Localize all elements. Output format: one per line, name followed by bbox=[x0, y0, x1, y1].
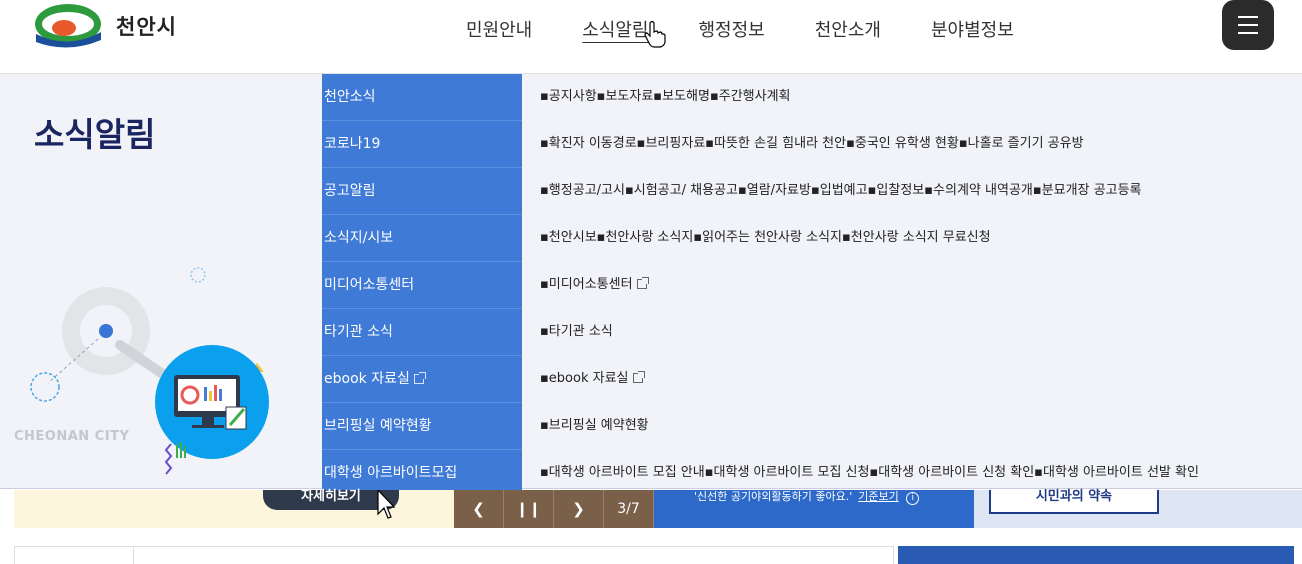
submenu-links-row-0[interactable]: ▪공지사항▪보도자료▪보도해명▪주간행사계획 bbox=[540, 74, 1300, 121]
info-icon[interactable]: i bbox=[906, 492, 920, 505]
submenu-links-text[interactable]: ▪ebook 자료실 bbox=[540, 371, 629, 386]
nav-item-4[interactable]: 분야별정보 bbox=[931, 16, 1014, 42]
submenu-category-7[interactable]: 브리핑실 예약현황 bbox=[322, 403, 522, 450]
news-illustration bbox=[30, 267, 269, 475]
chevron-left-icon[interactable]: ❮ bbox=[454, 490, 504, 528]
submenu-links-row-6[interactable]: ▪ebook 자료실 bbox=[540, 356, 1300, 403]
hand-cursor-icon bbox=[644, 21, 666, 48]
external-link-icon bbox=[413, 372, 426, 384]
submenu-category-label: ebook 자료실 bbox=[324, 371, 410, 387]
submenu-category-label: 공고알림 bbox=[324, 183, 376, 199]
submenu-category-label: 소식지/시보 bbox=[324, 230, 394, 246]
submenu-links-row-1[interactable]: ▪확진자 이동경로▪브리핑자료▪따뜻한 손길 힘내라 천안▪중국인 유학생 현황… bbox=[540, 121, 1300, 168]
submenu-links-row-4[interactable]: ▪미디어소통센터 bbox=[540, 262, 1300, 309]
submenu-category-4[interactable]: 미디어소통센터 bbox=[322, 262, 522, 309]
submenu-category-2[interactable]: 공고알림 bbox=[322, 168, 522, 215]
submenu-category-label: 천안소식 bbox=[324, 89, 376, 105]
submenu-category-label: 브리핑실 예약현황 bbox=[324, 418, 432, 434]
page-root: 천안시 민원안내 소식알림 행정정보 천안소개 분야별정보 소식알림 CHEON… bbox=[0, 0, 1302, 564]
submenu-category-3[interactable]: 소식지/시보 bbox=[322, 215, 522, 262]
external-link-icon bbox=[632, 371, 645, 383]
site-logo-text: 천안시 bbox=[116, 15, 177, 39]
main-nav: 민원안내 소식알림 행정정보 천안소개 분야별정보 bbox=[466, 16, 1064, 42]
side-banner bbox=[898, 546, 1294, 564]
chevron-right-icon[interactable]: ❯ bbox=[554, 490, 604, 528]
submenu-category-label: 타기관 소식 bbox=[324, 324, 393, 340]
citizen-promise-button[interactable]: 시민과의 약속 bbox=[989, 490, 1159, 514]
city-caption: CHEONAN CITY bbox=[14, 429, 130, 444]
submenu-links-row-5[interactable]: ▪타기관 소식 bbox=[540, 309, 1300, 356]
submenu-category-5[interactable]: 타기관 소식 bbox=[322, 309, 522, 356]
nav-item-1[interactable]: 소식알림 bbox=[582, 16, 648, 42]
nav-item-2[interactable]: 행정정보 bbox=[699, 16, 765, 42]
external-link-icon bbox=[636, 277, 649, 289]
submenu-links-text[interactable]: ▪행정공고/고시▪시험공고/ 채용공고▪열람/자료방▪입법예고▪입찰정보▪수의계… bbox=[540, 183, 1142, 198]
submenu-links-text[interactable]: ▪브리핑실 예약현황 bbox=[540, 418, 649, 433]
content-box bbox=[14, 546, 894, 564]
site-logo[interactable]: 천안시 bbox=[34, 2, 177, 50]
submenu-category-6[interactable]: ebook 자료실 bbox=[322, 356, 522, 403]
mega-menu-title: 소식알림 bbox=[34, 115, 156, 154]
submenu-categories: 천안소식코로나19 공고알림소식지/시보미디어소통센터타기관 소식 ebook 자료… bbox=[322, 74, 522, 497]
submenu-category-label: 코로나19 bbox=[324, 136, 381, 152]
submenu-links-text[interactable]: ▪미디어소통센터 bbox=[540, 277, 633, 292]
pause-icon[interactable]: ❙❙ bbox=[504, 490, 554, 528]
submenu-links-text[interactable]: ▪공지사항▪보도자료▪보도해명▪주간행사계획 bbox=[540, 89, 791, 104]
submenu-links-text[interactable]: ▪대학생 아르바이트 모집 안내▪대학생 아르바이트 모집 신청▪대학생 아르바… bbox=[540, 465, 1199, 480]
cheonan-emblem-icon bbox=[35, 4, 101, 48]
hamburger-icon[interactable] bbox=[1222, 0, 1274, 50]
site-header: 천안시 민원안내 소식알림 행정정보 천안소개 분야별정보 bbox=[0, 0, 1302, 74]
submenu-category-label: 대학생 아르바이트모집 bbox=[324, 465, 458, 481]
arrow-cursor-icon bbox=[377, 490, 396, 519]
slide-counter: 3/7 bbox=[604, 490, 654, 528]
submenu-category-0[interactable]: 천안소식 bbox=[322, 74, 522, 121]
submenu-links: ▪공지사항▪보도자료▪보도해명▪주간행사계획 ▪확진자 이동경로▪브리핑자료▪따뜻… bbox=[540, 74, 1300, 489]
mega-menu-panel: 소식알림 CHEONAN CITY 천안소식 코로나19 공고알림 소식지/시보… bbox=[0, 74, 1302, 497]
air-quality-text: '신선한 공기야외활동하기 좋아요.' bbox=[694, 490, 853, 503]
submenu-links-text[interactable]: ▪천안시보▪천안사랑 소식지▪읽어주는 천안사랑 소식지▪천안사랑 소식지 무료… bbox=[540, 230, 991, 245]
submenu-links-text[interactable]: ▪타기관 소식 bbox=[540, 324, 613, 339]
submenu-links-row-7[interactable]: ▪브리핑실 예약현황 bbox=[540, 403, 1300, 450]
standard-link[interactable]: 기준보기 bbox=[858, 490, 898, 503]
nav-item-3[interactable]: 천안소개 bbox=[815, 16, 881, 42]
submenu-links-row-2[interactable]: ▪행정공고/고시▪시험공고/ 채용공고▪열람/자료방▪입법예고▪입찰정보▪수의계… bbox=[540, 168, 1300, 215]
submenu-links-text[interactable]: ▪확진자 이동경로▪브리핑자료▪따뜻한 손길 힘내라 천안▪중국인 유학생 현황… bbox=[540, 136, 1084, 151]
air-quality-info: '신선한 공기야외활동하기 좋아요.' 기준보기 i bbox=[654, 490, 974, 528]
submenu-links-row-3[interactable]: ▪천안시보▪천안사랑 소식지▪읽어주는 천안사랑 소식지▪천안사랑 소식지 무료… bbox=[540, 215, 1300, 262]
nav-item-0[interactable]: 민원안내 bbox=[466, 16, 532, 42]
submenu-category-label: 미디어소통센터 bbox=[324, 277, 415, 293]
submenu-category-1[interactable]: 코로나19 bbox=[322, 121, 522, 168]
